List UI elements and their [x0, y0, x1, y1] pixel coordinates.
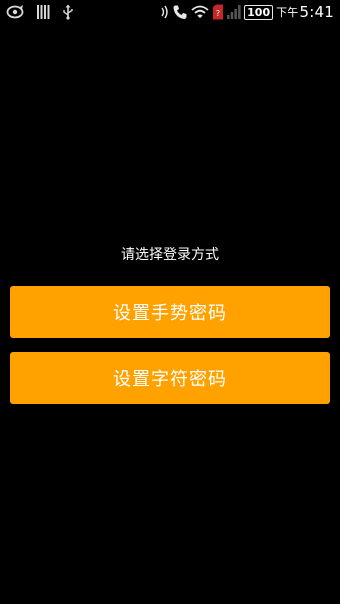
set-text-password-button[interactable]: 设置字符密码 [10, 352, 330, 404]
nfc-icon [161, 5, 169, 19]
notification-area [6, 3, 86, 21]
login-method-prompt: 请选择登录方式 [121, 247, 219, 263]
clock-ampm: 下午 [276, 6, 299, 19]
sim-icon: ? [212, 4, 224, 20]
signal-icon [227, 5, 241, 19]
system-area: ? 100 下午 5:41 [158, 2, 334, 22]
usb-icon [62, 4, 74, 20]
screen: ? 100 下午 5:41 请选择登录方式 设置手势密码 设置字符密码 [0, 0, 340, 604]
svg-text:?: ? [216, 9, 220, 18]
wifi-icon [191, 5, 209, 19]
call-icon [172, 4, 188, 20]
storage-icon [36, 4, 50, 20]
battery-indicator: 100 [244, 4, 274, 20]
sync-icon [6, 4, 24, 20]
set-gesture-password-button[interactable]: 设置手势密码 [10, 286, 330, 338]
status-bar: ? 100 下午 5:41 [0, 0, 340, 24]
clock-time: 5:41 [299, 3, 334, 21]
status-clock: 下午 5:41 [276, 3, 334, 21]
